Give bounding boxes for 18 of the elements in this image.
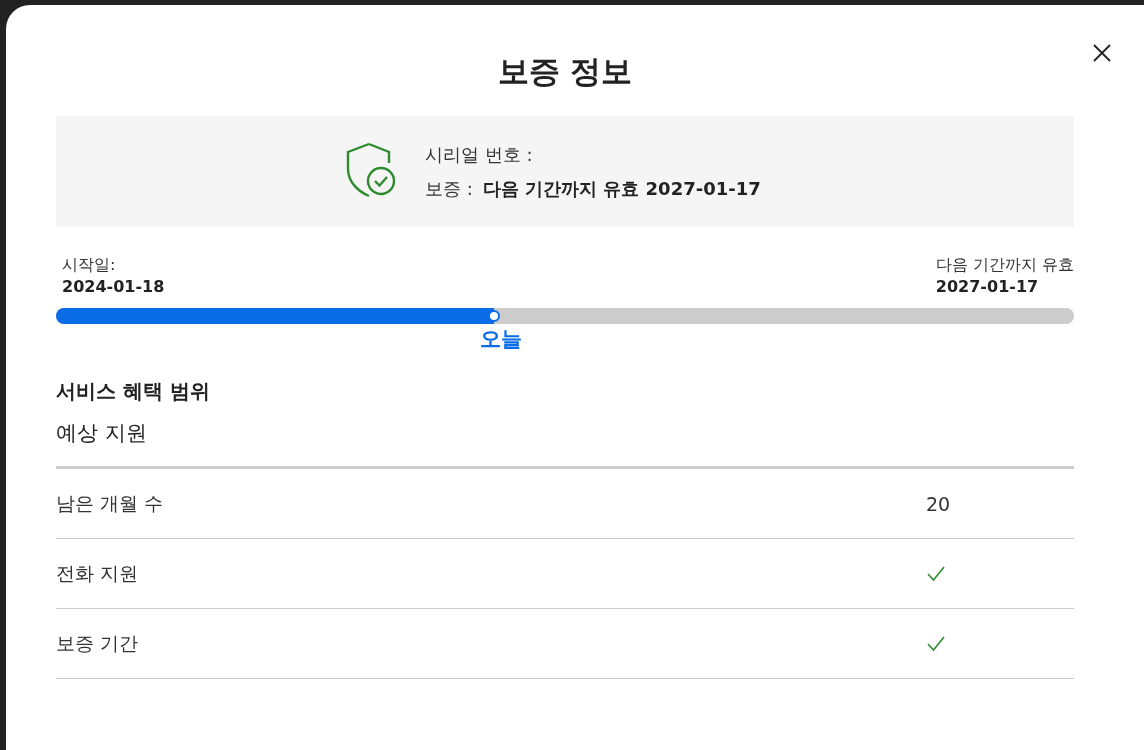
serial-number-label: 시리얼 번호 : [425, 142, 534, 167]
row-label: 보증 기간 [56, 630, 140, 656]
dialog-title: 보증 정보 [496, 52, 634, 91]
close-icon [1092, 43, 1112, 63]
row-label: 전화 지원 [56, 560, 140, 586]
shield-check-icon [345, 140, 397, 199]
start-label: 시작일: [62, 254, 117, 276]
end-label: 다음 기간까지 유효 [935, 254, 1074, 276]
warranty-label: 보증 : [425, 176, 473, 201]
today-label: 오늘 [479, 326, 522, 353]
row-label: 남은 개월 수 [56, 490, 165, 516]
row-value: 20 [926, 492, 951, 515]
section-heading: 서비스 혜택 범위 [56, 378, 211, 405]
end-date: 2027-01-17 [935, 276, 1040, 298]
start-date: 2024-01-18 [62, 276, 165, 298]
warranty-value: 다음 기간까지 유효 2027-01-17 [482, 176, 761, 201]
section-subheading: 예상 지원 [56, 418, 1074, 469]
close-button[interactable] [1092, 43, 1112, 63]
